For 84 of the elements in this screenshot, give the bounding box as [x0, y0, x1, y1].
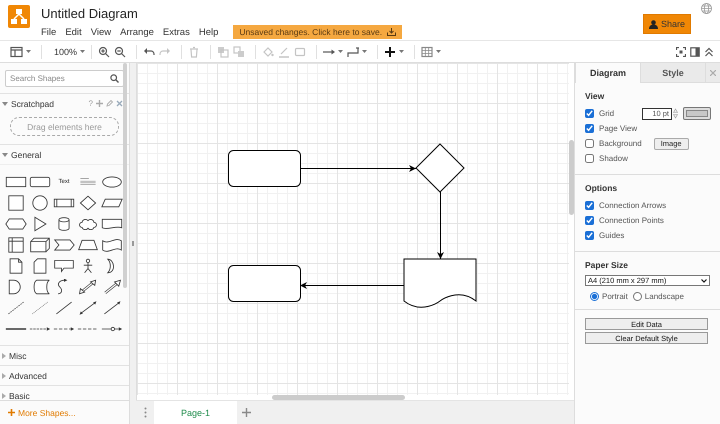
splitter-handle[interactable] [132, 241, 134, 246]
zoom-dropdown[interactable]: 100% [54, 46, 86, 56]
scrollbar[interactable] [272, 395, 405, 400]
diamond-shape [415, 143, 465, 193]
radio-label[interactable]: Landscape [644, 292, 684, 301]
more-icon[interactable] [144, 407, 146, 418]
scrollbar[interactable] [123, 63, 127, 288]
more-shapes-label: More Shapes... [18, 408, 76, 418]
checkbox-label[interactable]: Background [599, 139, 642, 148]
zoom-out-icon[interactable] [114, 46, 126, 58]
checkbox[interactable] [585, 201, 594, 210]
collapse-icon[interactable] [704, 46, 714, 56]
diamond-icon[interactable] [77, 194, 99, 210]
radio-button[interactable] [590, 292, 599, 301]
grid-color-button[interactable] [683, 107, 711, 120]
caret-icon[interactable] [26, 50, 31, 53]
plus-icon[interactable] [384, 46, 396, 58]
menu-item[interactable]: View [90, 26, 112, 38]
download-icon [387, 28, 396, 36]
checkbox-label[interactable]: Guides [599, 231, 624, 240]
app-logo [8, 5, 30, 28]
caret-icon[interactable] [338, 50, 344, 53]
zoom-in-icon[interactable] [98, 46, 110, 58]
section-heading: View [585, 91, 606, 101]
fullscreen-icon[interactable] [676, 46, 686, 56]
search-field[interactable]: Search Shapes [5, 70, 124, 87]
radio-label[interactable]: Portrait [602, 292, 628, 301]
callout-icon[interactable] [53, 258, 75, 274]
fill-color-icon[interactable] [262, 46, 274, 58]
double-arrow-icon[interactable] [77, 278, 99, 294]
menu-item[interactable]: File [41, 26, 56, 38]
scrollbar[interactable] [569, 140, 574, 215]
globe-icon[interactable] [701, 3, 712, 14]
undo-icon[interactable] [143, 46, 156, 58]
section-title[interactable]: Scratchpad [11, 98, 54, 108]
save-notice-button[interactable]: Unsaved changes. Click here to save. [233, 25, 402, 39]
caret-icon[interactable] [80, 50, 86, 53]
document-title[interactable]: Untitled Diagram [41, 6, 402, 21]
checkbox-label[interactable]: Page View [599, 124, 638, 133]
checkbox-label[interactable]: Shadow [599, 154, 628, 163]
section-title[interactable]: Misc [9, 350, 26, 360]
checkbox[interactable] [585, 124, 594, 133]
layout-icon[interactable] [10, 46, 23, 58]
menu-item[interactable]: Arrange [120, 26, 154, 38]
bidirectional-line-icon[interactable] [77, 300, 99, 316]
caret-icon[interactable] [362, 50, 368, 53]
section-title[interactable]: Advanced [9, 370, 47, 380]
expand-caret-icon[interactable] [2, 152, 8, 156]
chevron-icon [701, 278, 707, 282]
checkbox-label[interactable]: Grid [599, 109, 614, 118]
tape-icon[interactable] [101, 236, 123, 252]
cube-icon[interactable] [29, 236, 51, 252]
person-icon [648, 20, 658, 28]
plus-icon [8, 409, 15, 416]
add-page-icon[interactable] [242, 408, 250, 417]
share-button[interactable]: Share [643, 14, 691, 34]
checkbox-label[interactable]: Connection Arrows [599, 201, 666, 210]
ellipse-icon[interactable] [101, 174, 123, 190]
expand-caret-icon[interactable] [2, 102, 8, 106]
section-title[interactable]: Basic [9, 390, 30, 400]
caret-icon[interactable] [399, 50, 404, 53]
checkbox-label[interactable]: Connection Points [599, 216, 664, 225]
panel-tab[interactable]: Style [640, 63, 705, 83]
checkbox[interactable] [585, 216, 594, 225]
checkbox[interactable] [585, 154, 594, 163]
search-icon[interactable] [110, 74, 119, 83]
menu-item[interactable]: Extras [162, 26, 190, 38]
checkbox[interactable] [585, 139, 594, 148]
format-panel-icon[interactable] [690, 46, 700, 56]
waypoint-icon[interactable] [347, 46, 360, 58]
hexagon-icon[interactable] [5, 216, 27, 232]
menu-item[interactable]: Edit [65, 26, 82, 38]
checkbox[interactable] [585, 231, 594, 240]
section-title[interactable]: General [11, 150, 42, 160]
section-heading: Paper Size [585, 260, 629, 270]
checkbox[interactable] [585, 109, 594, 118]
page-tab[interactable]: Page-1 [154, 401, 237, 424]
menu-item[interactable]: Help [198, 26, 218, 38]
table-icon[interactable] [421, 46, 434, 58]
line-color-icon[interactable] [278, 46, 290, 58]
section-heading: Options [585, 183, 618, 193]
step-icon[interactable] [53, 236, 75, 252]
radio-button[interactable] [632, 292, 642, 301]
caret-icon[interactable] [436, 50, 442, 53]
